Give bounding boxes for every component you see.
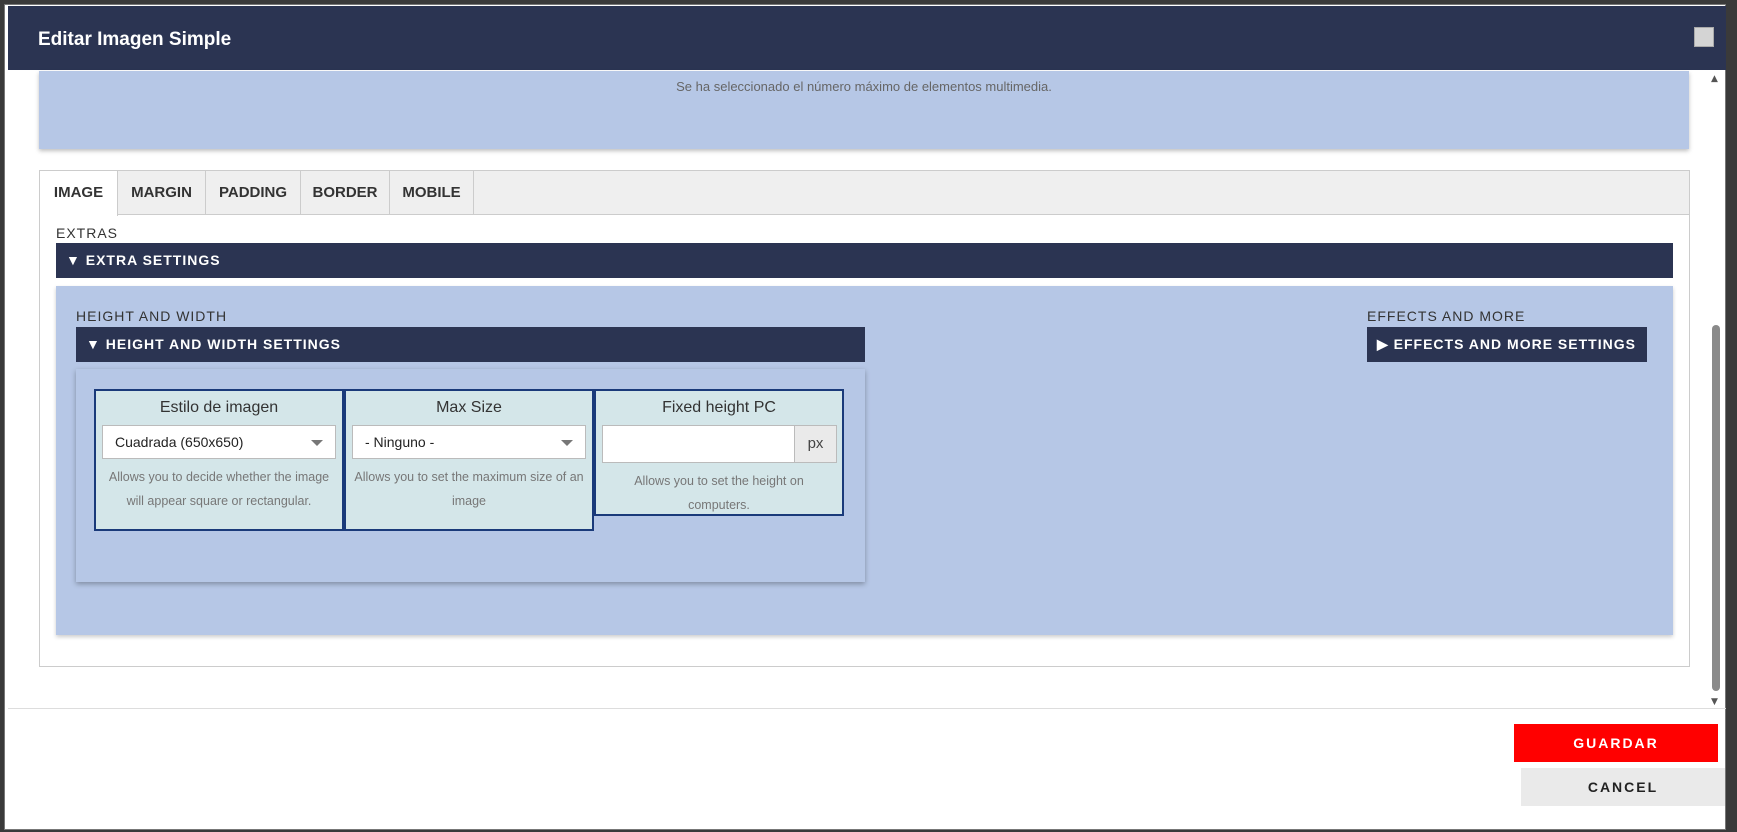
settings-tabs: IMAGE MARGIN PADDING BORDER MOBILE EXTRA… bbox=[39, 170, 1690, 667]
extra-settings-panel: HEIGHT AND WIDTH ▼ HEIGHT AND WIDTH SETT… bbox=[56, 286, 1673, 635]
chevron-down-icon bbox=[561, 440, 573, 446]
tab-mobile[interactable]: MOBILE bbox=[390, 171, 474, 215]
cancel-button[interactable]: CANCEL bbox=[1521, 768, 1725, 806]
height-width-settings-toggle[interactable]: ▼ HEIGHT AND WIDTH SETTINGS bbox=[76, 327, 865, 362]
tab-margin[interactable]: MARGIN bbox=[118, 171, 206, 215]
select-value: Cuadrada (650x650) bbox=[115, 434, 244, 450]
tab-image[interactable]: IMAGE bbox=[40, 171, 118, 216]
footer-divider bbox=[8, 708, 1726, 709]
scrollbar-thumb[interactable] bbox=[1712, 325, 1720, 691]
fixed-height-input-group: px bbox=[602, 425, 837, 463]
fixed-height-field: Fixed height PC px Allows you to set the… bbox=[594, 389, 844, 516]
field-title: Max Size bbox=[436, 399, 502, 416]
effects-settings-toggle[interactable]: ▶ EFFECTS AND MORE SETTINGS bbox=[1367, 327, 1647, 362]
max-size-select[interactable]: - Ninguno - bbox=[352, 425, 586, 459]
field-help: Allows you to decide whether the image w… bbox=[108, 470, 330, 508]
extras-label: EXTRAS bbox=[56, 225, 119, 241]
tab-padding[interactable]: PADDING bbox=[206, 171, 301, 215]
tab-border[interactable]: BORDER bbox=[301, 171, 390, 215]
save-button[interactable]: GUARDAR bbox=[1514, 724, 1718, 762]
scroll-up-arrow-icon[interactable]: ▲ bbox=[1711, 74, 1721, 84]
height-width-panel: Estilo de imagen Cuadrada (650x650) Allo… bbox=[76, 369, 865, 582]
image-style-select[interactable]: Cuadrada (650x650) bbox=[102, 425, 336, 459]
field-title: Estilo de imagen bbox=[159, 399, 279, 416]
chevron-down-icon bbox=[311, 440, 323, 446]
unit-addon: px bbox=[795, 425, 837, 463]
media-panel: Se ha seleccionado el número máximo de e… bbox=[39, 71, 1689, 149]
scroll-down-arrow-icon[interactable]: ▼ bbox=[1711, 697, 1721, 707]
effects-label: EFFECTS AND MORE bbox=[1367, 308, 1526, 324]
height-width-label: HEIGHT AND WIDTH bbox=[76, 308, 228, 324]
dialog-title: Editar Imagen Simple bbox=[38, 29, 232, 50]
extra-settings-toggle[interactable]: ▼ EXTRA SETTINGS bbox=[56, 243, 1673, 278]
dialog-titlebar: Editar Imagen Simple bbox=[8, 6, 1726, 70]
field-title: Fixed height PC bbox=[662, 399, 776, 416]
media-limit-message: Se ha seleccionado el número máximo de e… bbox=[676, 79, 1052, 94]
max-size-field: Max Size - Ninguno - Allows you to set t… bbox=[344, 389, 594, 531]
field-help: Allows you to set the height on computer… bbox=[634, 474, 804, 512]
close-button[interactable] bbox=[1694, 27, 1714, 47]
edit-image-dialog: Editar Imagen Simple Se ha seleccionado … bbox=[4, 4, 1726, 830]
select-value: - Ninguno - bbox=[365, 434, 435, 450]
field-help: Allows you to set the maximum size of an… bbox=[354, 470, 584, 508]
tab-bar: IMAGE MARGIN PADDING BORDER MOBILE bbox=[40, 171, 1689, 216]
image-style-field: Estilo de imagen Cuadrada (650x650) Allo… bbox=[94, 389, 344, 531]
fixed-height-input[interactable] bbox=[602, 425, 795, 463]
